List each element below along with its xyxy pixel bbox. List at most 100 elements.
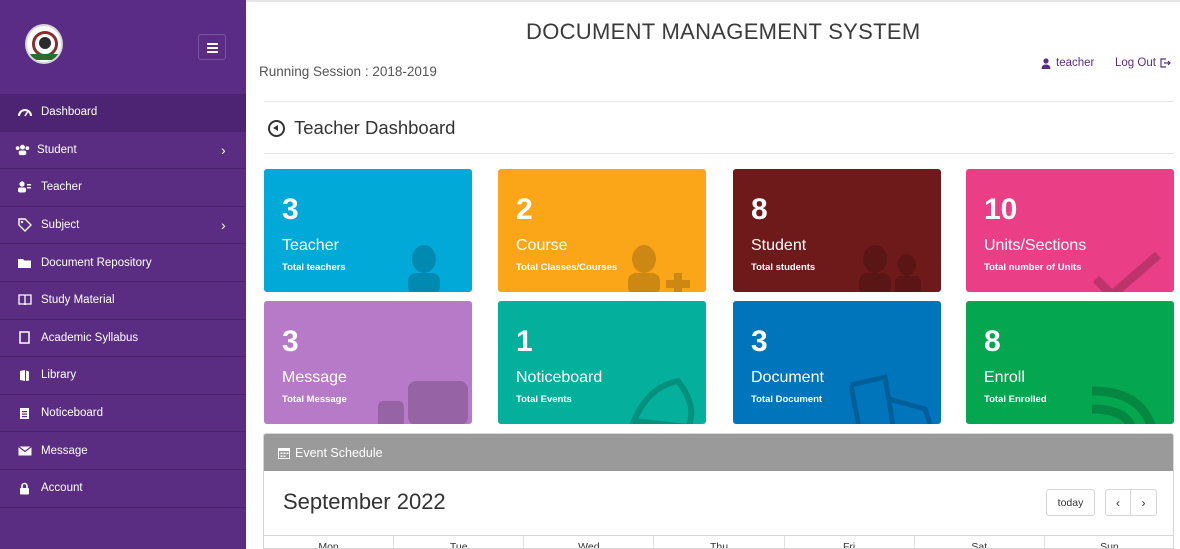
tags-icon xyxy=(17,218,32,233)
calendar-icon xyxy=(278,447,290,459)
megaphone-icon xyxy=(629,377,695,424)
sidebar-item-label: Document Repository xyxy=(41,256,152,269)
app-title: DOCUMENT MANAGEMENT SYSTEM xyxy=(526,19,921,44)
tile-subtitle: Total students xyxy=(751,262,816,273)
sidebar-item-label: Library xyxy=(41,369,77,382)
folder-icon xyxy=(17,256,32,270)
username-label: teacher xyxy=(1056,57,1095,69)
logout-link[interactable]: Log Out xyxy=(1115,57,1171,69)
sidebar-header xyxy=(0,0,246,93)
tile-subtitle: Total Enrolled xyxy=(984,394,1047,405)
sidebar-item-label: Study Material xyxy=(41,294,115,307)
check-icon xyxy=(1092,251,1161,292)
header-divider xyxy=(264,101,1174,102)
book-icon xyxy=(17,293,32,307)
top-border xyxy=(246,0,1180,2)
tile-message[interactable]: 3 Message Total Message xyxy=(264,301,472,424)
sidebar-item-label: Account xyxy=(41,482,83,495)
day-header: Mon xyxy=(264,536,395,548)
tile-count: 1 xyxy=(516,325,533,358)
tile-count: 3 xyxy=(282,193,299,226)
file-icon xyxy=(17,331,32,345)
envelope-icon xyxy=(17,444,32,458)
tile-units-sections[interactable]: 10 Units/Sections Total number of Units xyxy=(966,169,1174,292)
sidebar-item-label: Student xyxy=(37,143,77,156)
tile-subtitle: Total teachers xyxy=(282,262,346,273)
day-header: Sun xyxy=(1045,536,1173,548)
tile-count: 8 xyxy=(751,193,768,226)
sidebar-item-library[interactable]: Library xyxy=(0,357,246,395)
lock-icon xyxy=(17,481,32,495)
sidebar-item-label: Noticeboard xyxy=(41,407,104,420)
sidebar-item-label: Subject xyxy=(41,219,80,232)
sidebar-item-document-repository[interactable]: Document Repository xyxy=(0,244,246,282)
sidebar-item-student[interactable]: Student › xyxy=(0,132,246,170)
calendar-nav: ‹ › xyxy=(1105,489,1157,516)
arrow-circle-left-icon xyxy=(268,119,285,137)
tile-subtitle: Total Document xyxy=(751,394,823,405)
sidebar-item-label: Message xyxy=(41,444,88,457)
tile-subtitle: Total Events xyxy=(516,394,572,405)
group-icon xyxy=(859,245,921,292)
tile-student[interactable]: 8 Student Total students xyxy=(733,169,941,292)
tile-title: Enroll xyxy=(984,369,1025,386)
sidebar-item-label: Academic Syllabus xyxy=(41,331,139,344)
menu-toggle-button[interactable] xyxy=(198,34,226,60)
tile-title: Message xyxy=(282,369,347,386)
tile-document[interactable]: 3 Document Total Document xyxy=(733,301,941,424)
calendar-day-headers: Mon Tue Wed Thu Fri Sat Sun xyxy=(264,535,1173,548)
users-icon xyxy=(15,143,30,157)
tile-teacher[interactable]: 3 Teacher Total teachers xyxy=(264,169,472,292)
user-menu-link[interactable]: teacher xyxy=(1041,57,1094,69)
tile-count: 3 xyxy=(751,325,768,358)
chevron-right-icon: › xyxy=(221,217,226,234)
page-heading: Teacher Dashboard xyxy=(268,117,455,139)
sidebar-item-noticeboard[interactable]: Noticeboard xyxy=(0,395,246,433)
school-logo[interactable] xyxy=(25,24,63,64)
event-schedule-title: Event Schedule xyxy=(295,445,383,460)
logout-icon xyxy=(1160,58,1171,68)
calendar-month-title: September 2022 xyxy=(283,489,446,514)
person-icon xyxy=(408,245,440,292)
sidebar-item-message[interactable]: Message xyxy=(0,432,246,470)
event-schedule-panel: Event Schedule September 2022 today ‹ › … xyxy=(263,433,1174,549)
day-header: Tue xyxy=(394,536,525,548)
sidebar-nav: Dashboard Student › Teacher Subject › Do… xyxy=(0,94,246,508)
next-month-button[interactable]: › xyxy=(1131,490,1156,515)
heading-divider xyxy=(264,153,1174,154)
sidebar-item-dashboard[interactable]: Dashboard xyxy=(0,94,246,132)
teacher-icon xyxy=(17,180,32,194)
day-header: Fri xyxy=(785,536,915,548)
event-schedule-header: Event Schedule xyxy=(264,434,1173,471)
library-icon xyxy=(17,368,32,382)
sidebar-item-subject[interactable]: Subject › xyxy=(0,207,246,245)
tile-subtitle: Total Classes/Courses xyxy=(516,262,618,273)
day-header: Thu xyxy=(654,536,785,548)
tile-count: 8 xyxy=(984,325,1001,358)
sidebar-item-study-material[interactable]: Study Material xyxy=(0,282,246,320)
logout-label: Log Out xyxy=(1115,57,1156,69)
sidebar-item-label: Teacher xyxy=(41,181,82,194)
sidebar-item-academic-syllabus[interactable]: Academic Syllabus xyxy=(0,320,246,358)
page-title: Teacher Dashboard xyxy=(294,117,456,138)
sidebar-item-label: Dashboard xyxy=(41,106,98,119)
user-icon xyxy=(1041,57,1051,69)
noticeboard-icon xyxy=(17,406,32,420)
tile-enroll[interactable]: 8 Enroll Total Enrolled xyxy=(966,301,1174,424)
tile-title: Course xyxy=(516,237,568,254)
chat-icon xyxy=(378,381,468,424)
sidebar: Dashboard Student › Teacher Subject › Do… xyxy=(0,0,246,549)
running-session: Running Session : 2018-2019 xyxy=(259,64,437,79)
prev-month-button[interactable]: ‹ xyxy=(1106,490,1132,515)
sidebar-item-teacher[interactable]: Teacher xyxy=(0,169,246,207)
tile-title: Units/Sections xyxy=(984,237,1087,254)
tile-count: 10 xyxy=(984,193,1018,226)
today-button[interactable]: today xyxy=(1046,489,1095,516)
tile-subtitle: Total number of Units xyxy=(984,262,1082,273)
tile-count: 3 xyxy=(282,325,299,358)
dashboard-icon xyxy=(17,105,32,119)
tile-title: Student xyxy=(751,237,807,254)
tile-noticeboard[interactable]: 1 Noticeboard Total Events xyxy=(498,301,706,424)
sidebar-item-account[interactable]: Account xyxy=(0,470,246,508)
tile-course[interactable]: 2 Course Total Classes/Courses xyxy=(498,169,706,292)
